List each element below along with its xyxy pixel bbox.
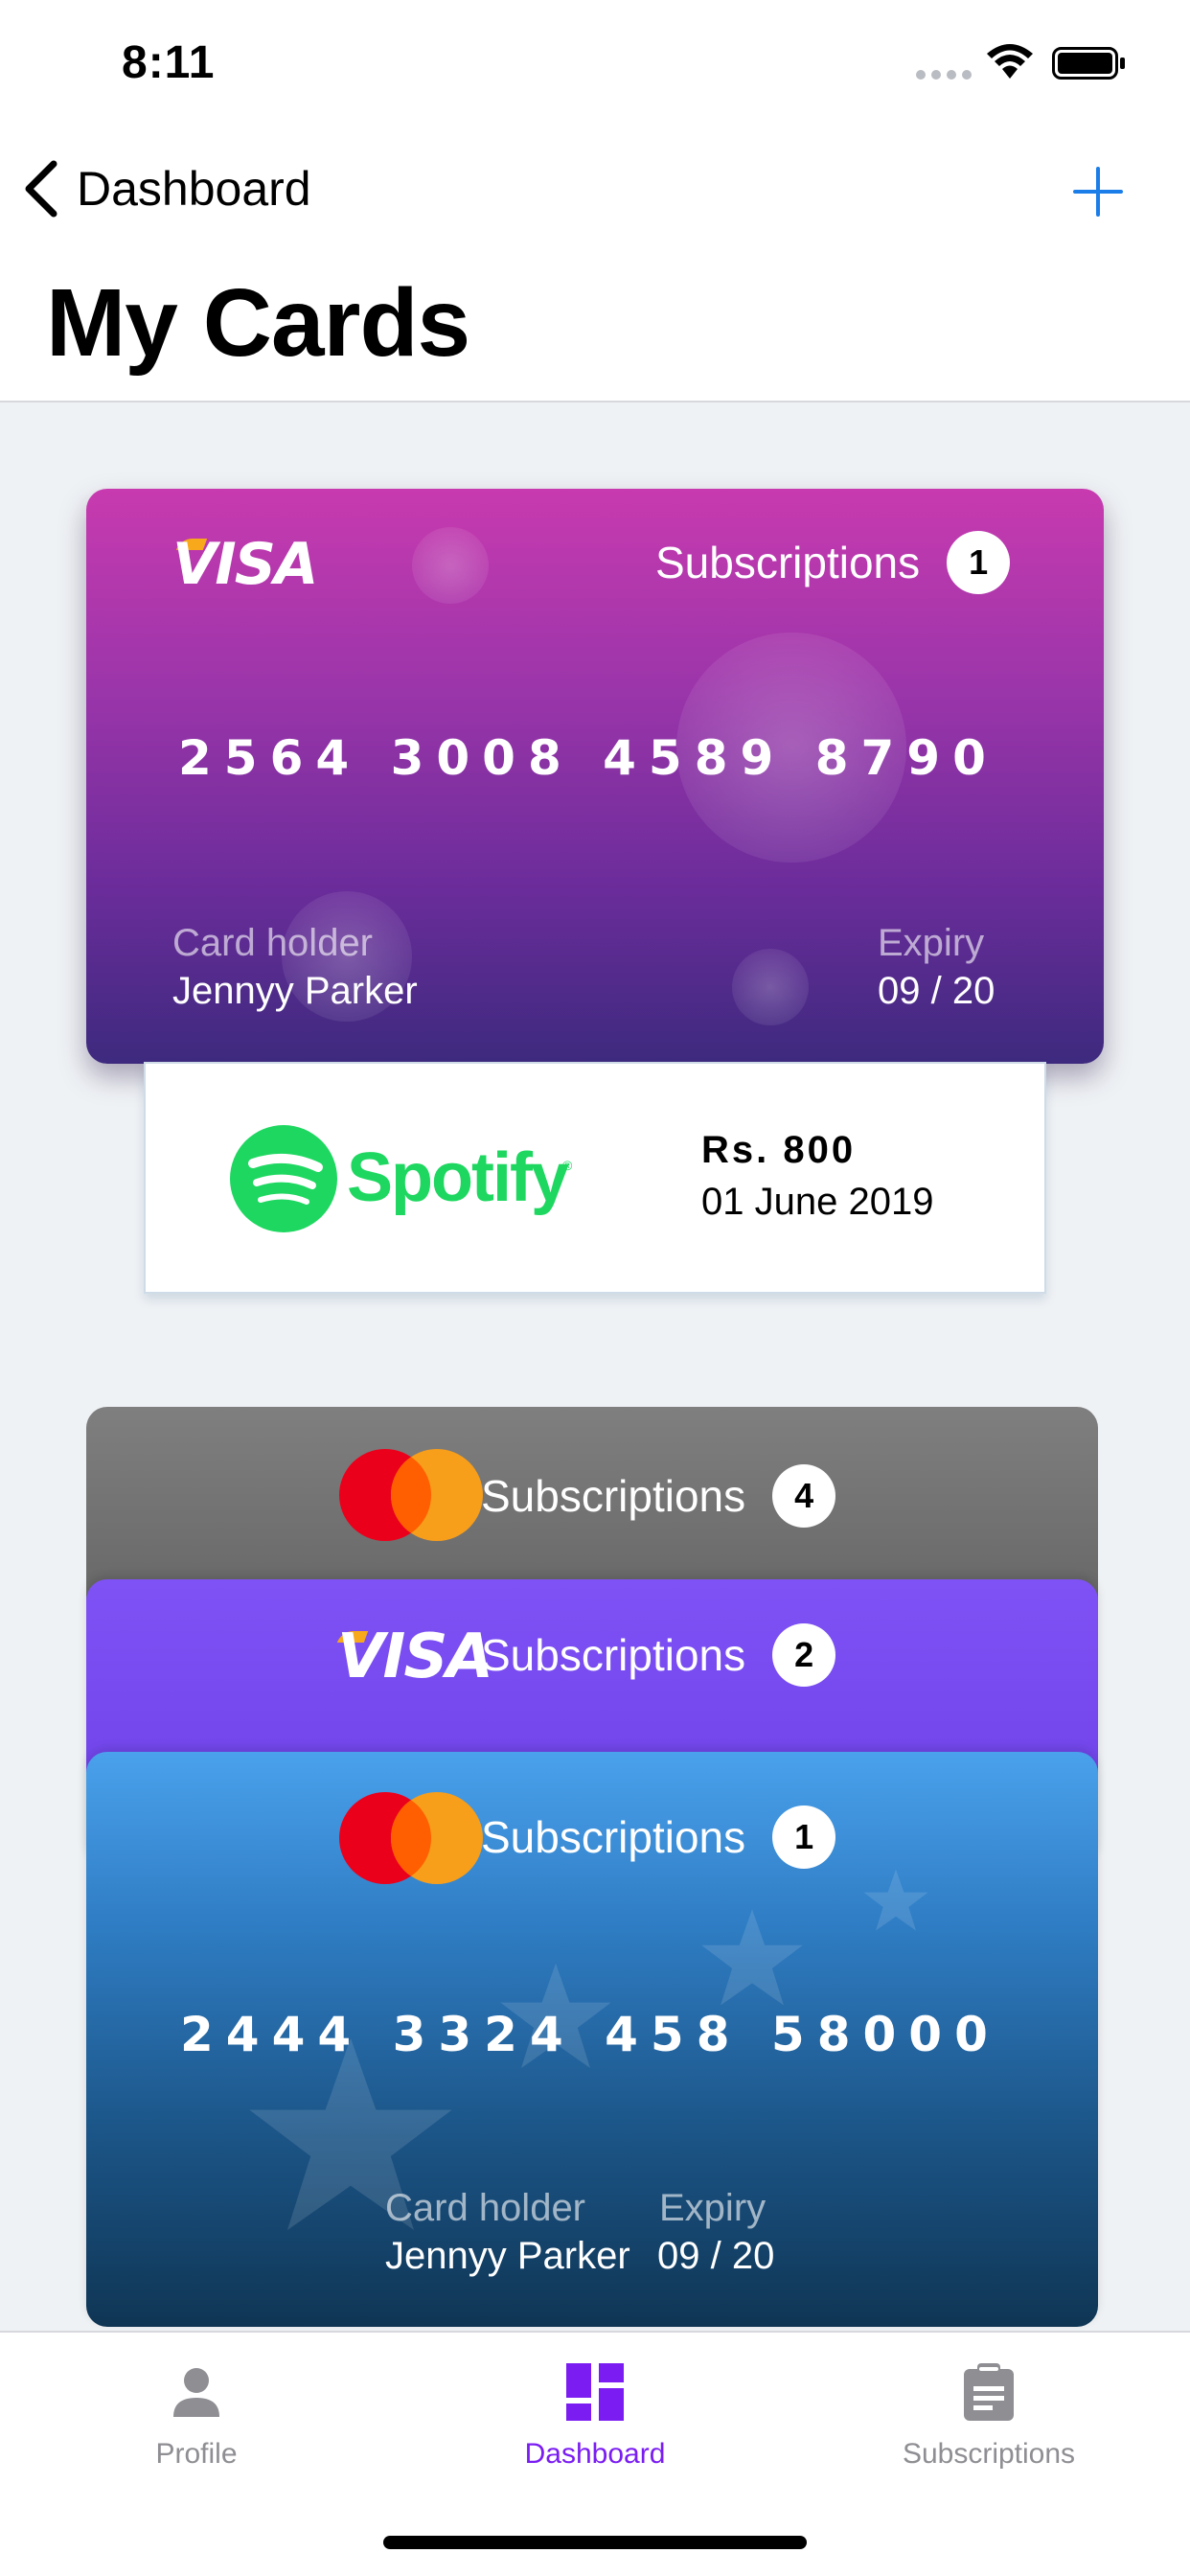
card-number: 2444 3324 458 58000 — [180, 2007, 1000, 2062]
home-indicator — [383, 2536, 807, 2549]
subscriptions-count: 2 — [772, 1623, 836, 1687]
mastercard-logo-icon — [339, 1792, 483, 1884]
subscriptions-count: 1 — [947, 531, 1011, 594]
decorative-star — [863, 1869, 928, 1931]
add-card-button[interactable] — [1071, 165, 1125, 218]
subscriptions-badge[interactable]: Subscriptions 1 — [655, 531, 1011, 594]
navigation-header: 8:11 Dashboard My Cards — [0, 0, 1190, 402]
signal-strength-icon — [916, 70, 972, 81]
tab-dashboard[interactable]: Dashboard — [451, 2333, 739, 2486]
subscriptions-label: Subscriptions — [481, 1812, 746, 1862]
visa-logo: VISA — [337, 1622, 493, 1692]
card-number: 2564 3008 4589 8790 — [178, 730, 998, 786]
tab-profile[interactable]: Profile — [53, 2333, 340, 2486]
tab-label: Dashboard — [524, 2438, 666, 2470]
card-holder-name: Jennyy Parker — [172, 970, 418, 1012]
subscription-date: 01 June 2019 — [701, 1181, 934, 1223]
subscriptions-badge[interactable]: Subscriptions 2 — [481, 1623, 836, 1687]
tab-label: Profile — [155, 2438, 238, 2470]
back-button-label: Dashboard — [77, 162, 311, 216]
card-holder-label: Card holder — [385, 2187, 586, 2229]
expiry-label: Expiry — [878, 922, 985, 964]
spotify-logo-icon — [230, 1125, 337, 1232]
person-icon — [173, 2368, 219, 2417]
battery-icon — [1052, 47, 1125, 80]
decorative-bubble — [412, 527, 489, 604]
spotify-wordmark: Spotify — [347, 1139, 569, 1216]
visa-logo: VISA — [172, 531, 318, 598]
tab-subscriptions[interactable]: Subscriptions — [845, 2333, 1133, 2486]
expiry-date: 09 / 20 — [657, 2235, 775, 2277]
credit-card-visa-expanded[interactable]: VISA Subscriptions 1 2564 3008 4589 8790… — [86, 489, 1104, 1064]
expiry-label: Expiry — [659, 2187, 767, 2229]
tab-label: Subscriptions — [902, 2438, 1076, 2470]
decorative-star — [701, 1909, 803, 2006]
subscriptions-label: Subscriptions — [481, 1630, 746, 1680]
card-holder-name: Jennyy Parker — [385, 2235, 630, 2277]
dashboard-grid-icon — [566, 2363, 624, 2421]
subscriptions-count: 1 — [772, 1806, 836, 1869]
card-holder-label: Card holder — [172, 922, 374, 964]
back-button[interactable]: Dashboard — [19, 153, 311, 224]
clipboard-icon — [964, 2363, 1014, 2421]
credit-card-mastercard-blue[interactable]: Subscriptions 1 2444 3324 458 58000 Card… — [86, 1752, 1098, 2327]
chevron-left-icon — [25, 160, 57, 218]
expiry-date: 09 / 20 — [878, 970, 995, 1012]
screen: 8:11 Dashboard My Cards VISA Subscriptio… — [0, 0, 1190, 2576]
subscriptions-label: Subscriptions — [481, 1471, 746, 1521]
status-time: 8:11 — [122, 37, 216, 88]
subscriptions-count: 4 — [772, 1464, 836, 1528]
subscriptions-badge[interactable]: Subscriptions 4 — [481, 1464, 836, 1528]
mastercard-logo-icon — [339, 1449, 483, 1541]
subscriptions-label: Subscriptions — [655, 538, 921, 587]
wifi-icon — [987, 44, 1033, 79]
decorative-bubble — [732, 949, 809, 1025]
subscriptions-badge[interactable]: Subscriptions 1 — [481, 1806, 836, 1869]
registered-mark: ® — [562, 1158, 573, 1173]
subscription-amount: Rs. 800 — [701, 1129, 857, 1171]
subscription-item-spotify[interactable]: Spotify ® Rs. 800 01 June 2019 — [144, 1062, 1046, 1294]
page-title: My Cards — [46, 269, 470, 377]
